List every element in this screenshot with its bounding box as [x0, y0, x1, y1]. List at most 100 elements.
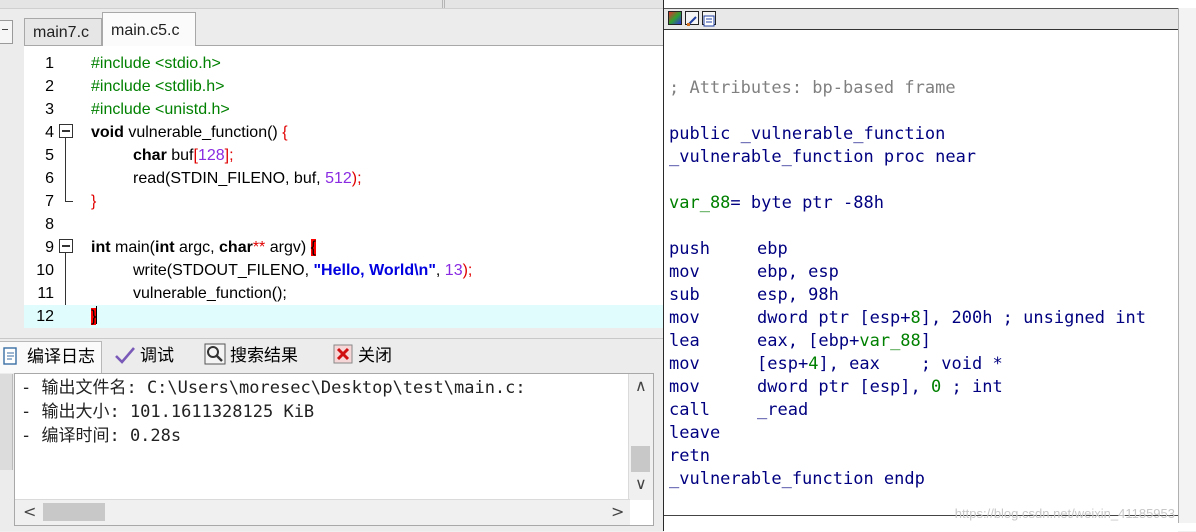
asm-mnemonic: call: [669, 400, 710, 420]
code-token: char: [219, 239, 253, 256]
asm-mnemonic: lea: [669, 331, 700, 351]
scroll-left-icon[interactable]: <: [23, 502, 36, 522]
asm-instruction: push ebp: [669, 238, 788, 261]
window-icon[interactable]: [702, 11, 716, 27]
code-token: vulnerable_function(): [123, 124, 283, 141]
code-token: 13: [444, 262, 463, 279]
toolbar-strip: [0, 0, 663, 9]
asm-public-decl: public _vulnerable_function: [669, 124, 946, 144]
graph-overview-icon[interactable]: [668, 11, 682, 25]
line-number: 7: [45, 193, 54, 210]
compile-log-icon: [1, 346, 21, 366]
vertical-scrollbar[interactable]: ∧ ∨: [628, 374, 653, 500]
line-number: 10: [36, 262, 54, 279]
output-panel: 编译日志 调试 搜索结果 关闭 - 输出文件名: C:\Users\morese…: [0, 338, 663, 531]
code-line: 2 #include <stdlib.h>: [24, 75, 663, 98]
ida-toolbar: [664, 8, 1178, 30]
code-token: "Hello, World\n": [313, 262, 436, 279]
scroll-thumb[interactable]: [631, 446, 650, 472]
asm-mnemonic: sub: [669, 285, 700, 305]
asm-operands: [941, 377, 951, 397]
code-token: write(STDOUT_FILENO,: [133, 262, 314, 279]
asm-var-ref[interactable]: var_88: [859, 331, 920, 351]
collapse-panel-button[interactable]: [0, 20, 13, 44]
code-token: buf: [166, 147, 194, 164]
asm-instruction: mov [esp+4], eax ; void *: [669, 353, 1003, 376]
code-line: 10 write(STDOUT_FILENO, "Hello, World\n"…: [24, 259, 663, 282]
asm-operands: ], 200h: [920, 308, 1003, 328]
asm-instruction: mov dword ptr [esp], 0 ; int: [669, 376, 1003, 399]
tab-search-results[interactable]: 搜索结果: [200, 341, 304, 371]
scroll-up-icon[interactable]: ∧: [635, 376, 647, 396]
vertical-scrollbar[interactable]: [1178, 8, 1196, 523]
edit-icon[interactable]: [685, 11, 699, 26]
code-token: **: [252, 239, 266, 256]
code-text: }: [91, 305, 98, 328]
asm-instruction: call _read: [669, 399, 808, 422]
tab-label: 调试: [140, 346, 174, 366]
code-editor[interactable]: 1 #include <stdio.h> 2 #include <stdlib.…: [24, 45, 663, 328]
asm-instruction: retn: [669, 445, 710, 468]
tab-label: 搜索结果: [230, 346, 298, 366]
code-text: char buf[128];: [133, 144, 234, 167]
asm-endp-decl: _vulnerable_function endp: [669, 469, 925, 489]
asm-mnemonic: mov: [669, 308, 700, 328]
line-number: 2: [45, 78, 54, 95]
code-token: argc,: [174, 239, 220, 256]
fold-toggle-icon[interactable]: [59, 239, 73, 253]
asm-instruction: leave: [669, 422, 720, 445]
log-line: - 输出大小: 101.1611328125 KiB: [21, 402, 315, 422]
asm-operands: ebp, esp: [757, 262, 839, 282]
asm-mnemonic: push: [669, 239, 710, 259]
line-number: 3: [45, 101, 54, 118]
output-tab-bar: 编译日志 调试 搜索结果 关闭: [0, 339, 663, 373]
code-text: int main(int argc, char** argv) {: [91, 236, 316, 259]
code-text: void vulnerable_function() {: [91, 121, 288, 144]
code-token: 128: [197, 147, 225, 164]
asm-operands: eax, [ebp+: [757, 331, 860, 351]
tab-compile-log[interactable]: 编译日志: [0, 341, 102, 373]
code-token: int: [155, 239, 175, 256]
tab-close-panel[interactable]: 关闭: [328, 341, 398, 371]
code-token: argv): [265, 239, 311, 256]
code-token: ,: [435, 262, 445, 279]
log-line: - 编译时间: 0.28s: [21, 426, 182, 446]
disassembly-window: ; Attributes: bp-based frame public _vul…: [663, 0, 1196, 532]
line-number: 12: [36, 308, 54, 325]
asm-mnemonic: mov: [669, 354, 700, 374]
editor-window: main7.c main.c5.c 1 #include <stdio.h> 2…: [0, 0, 663, 531]
fold-toggle-icon[interactable]: [59, 124, 73, 138]
asm-operands: dword ptr [esp+: [757, 308, 911, 328]
asm-var-def: = byte ptr -88h: [730, 193, 884, 213]
tab-main-c5-c[interactable]: main.c5.c: [102, 12, 196, 46]
debug-check-icon: [114, 345, 135, 365]
compile-log-output[interactable]: - 输出文件名: C:\Users\moresec\Desktop\test\m…: [14, 373, 654, 526]
horizontal-scrollbar[interactable]: < >: [15, 499, 630, 525]
code-text: vulnerable_function();: [133, 285, 287, 302]
code-token: void: [91, 124, 124, 141]
asm-instruction: mov dword ptr [esp+8], 200h ; unsigned in…: [669, 307, 1146, 330]
asm-var-name[interactable]: var_88: [669, 193, 730, 213]
code-line: 8: [24, 213, 663, 236]
line-number: 4: [45, 124, 54, 141]
code-line: 1 #include <stdio.h>: [24, 52, 663, 75]
tab-debug[interactable]: 调试: [110, 341, 180, 371]
scroll-thumb[interactable]: [43, 503, 105, 521]
asm-operands: dword ptr [esp],: [757, 377, 931, 397]
asm-proc-decl: _vulnerable_function proc near: [669, 147, 977, 167]
asm-comment: ; Attributes: bp-based frame: [669, 78, 956, 98]
code-line: 5 char buf[128];: [24, 144, 663, 167]
tab-main7-c[interactable]: main7.c: [24, 18, 102, 45]
scroll-right-icon[interactable]: >: [611, 502, 624, 522]
scroll-down-icon[interactable]: ∨: [635, 474, 647, 494]
code-text: #include <stdlib.h>: [91, 78, 225, 95]
asm-call-target[interactable]: _read: [757, 400, 808, 420]
code-line-current: 12 }: [24, 305, 663, 328]
asm-mnemonic: mov: [669, 262, 700, 282]
asm-comment: ; int: [951, 377, 1003, 397]
code-token: ];: [224, 147, 234, 164]
asm-mnemonic: leave: [669, 423, 721, 443]
line-number: 6: [45, 170, 54, 187]
line-number: 5: [45, 147, 54, 164]
text-caret: [96, 306, 98, 324]
